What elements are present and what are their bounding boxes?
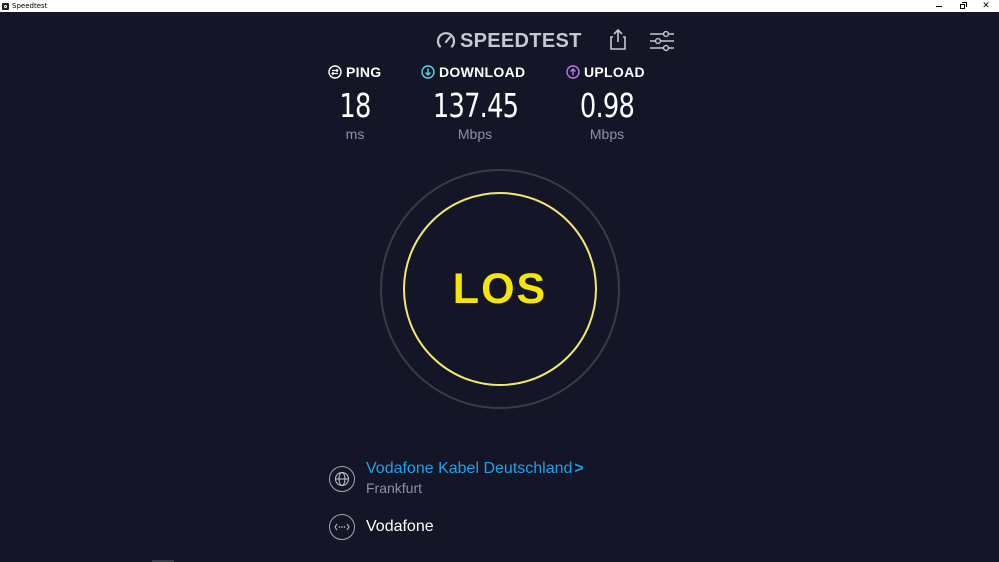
chevron-right-icon: > [574,460,584,477]
close-icon: ✕ [982,1,990,11]
download-arrow-icon [421,65,435,79]
settings-icon [650,30,674,52]
upload-metric: UPLOAD 0.98 Mbps [566,62,648,142]
share-button[interactable] [607,28,629,52]
ping-header: PING [328,62,382,82]
app-icon [2,2,9,10]
ping-metric: PING 18 ms [328,62,382,142]
upload-label: UPLOAD [584,64,645,80]
logo-text: SPEEDTEST [460,29,582,52]
download-value: 137.45 [432,86,519,125]
ping-value: 18 [339,86,371,125]
ping-icon [328,65,342,79]
go-button-label: LOS [452,264,548,313]
share-icon [610,28,626,50]
upload-arrow-icon [566,65,580,79]
restore-icon [959,1,967,9]
window-titlebar: Speedtest ✕ [0,0,999,12]
provider-location: Frankfurt [366,480,423,496]
minimize-icon [936,5,942,7]
ping-label: PING [346,64,382,80]
ping-unit: ms [345,126,365,142]
server-icon [329,514,355,540]
download-metric: DOWNLOAD 137.45 Mbps [421,62,529,142]
go-button[interactable]: LOS [403,192,597,386]
provider-link[interactable]: Vodafone Kabel Deutschland > [366,460,584,478]
gauge-icon [436,31,456,51]
download-label: DOWNLOAD [439,64,526,80]
upload-value: 0.98 [579,86,635,125]
server-name[interactable]: Vodafone [366,518,434,536]
speedtest-logo: SPEEDTEST [436,29,582,53]
upload-unit: Mbps [589,126,625,142]
settings-button[interactable] [649,30,675,52]
download-header: DOWNLOAD [421,62,529,82]
upload-header: UPLOAD [566,62,648,82]
globe-icon [329,466,355,492]
window-title: Speedtest [12,2,48,10]
close-button[interactable]: ✕ [972,0,999,12]
provider-name: Vodafone Kabel Deutschland [366,460,573,477]
download-unit: Mbps [457,126,493,142]
